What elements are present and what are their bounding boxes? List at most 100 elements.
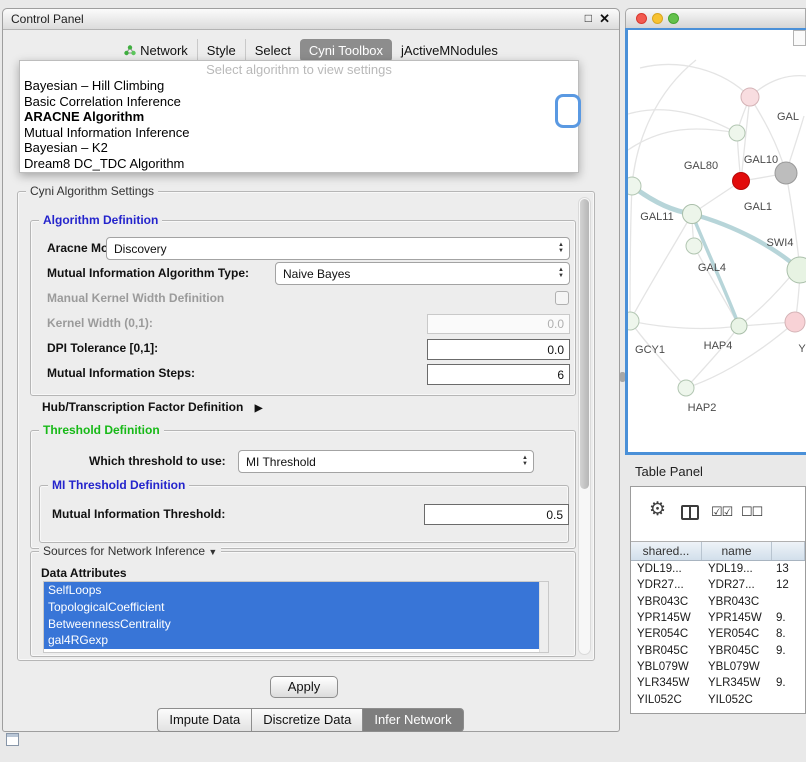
network-node[interactable] [729, 125, 745, 141]
close-icon[interactable]: ✕ [599, 11, 610, 27]
table-row[interactable]: YLR345W YLR345W 9. [631, 675, 805, 691]
column-header-name[interactable]: name [702, 542, 772, 560]
table-panel-window: ⚙ ☑☑ ☐☐ shared... name YDL19... YDL19...… [630, 486, 806, 714]
mi-type-label: Mutual Information Algorithm Type: [47, 266, 249, 280]
combobox-value: MI Threshold [239, 455, 517, 469]
tab-discretize-data[interactable]: Discretize Data [251, 708, 363, 732]
network-node[interactable] [775, 162, 797, 184]
network-node[interactable] [683, 205, 702, 224]
network-node[interactable] [628, 312, 639, 330]
network-node[interactable] [785, 312, 805, 332]
highlighted-edges [632, 186, 800, 326]
which-threshold-combobox[interactable]: MI Threshold ▲▼ [238, 450, 534, 473]
tab-label: Style [207, 43, 236, 58]
table-body: YDL19... YDL19... 13 YDR27... YDR27... 1… [631, 561, 805, 708]
algorithm-dropdown-popup: Select algorithm to view settings Bayesi… [19, 60, 579, 173]
table-row[interactable]: YPR145W YPR145W 9. [631, 610, 805, 626]
attribute-item-selected[interactable]: SelfLoops [44, 582, 539, 599]
algorithm-option[interactable]: Mutual Information Inference [20, 125, 578, 141]
tab-label: Network [140, 43, 188, 58]
network-focus-frame: GAL GAL80 GAL10 GAL11 GAL1 SWI4 GAL4 GCY… [625, 28, 806, 455]
table-row[interactable]: YDR27... YDR27... 12 [631, 577, 805, 593]
network-node-selected[interactable] [733, 173, 750, 190]
mi-steps-field[interactable]: 6 [427, 364, 570, 385]
table-row[interactable]: YIL052C YIL052C [631, 691, 805, 707]
dpi-tolerance-field[interactable]: 0.0 [427, 339, 570, 360]
column-header-cut[interactable] [772, 542, 805, 560]
network-node[interactable] [741, 88, 759, 106]
combobox-arrows-icon: ▲▼ [517, 456, 533, 467]
attribute-item-selected[interactable]: TopologicalCoefficient [44, 599, 539, 616]
minimize-traffic-light[interactable] [652, 13, 663, 24]
table-toolbar: ⚙ ☑☑ ☐☐ [631, 487, 805, 541]
tab-network[interactable]: Network [115, 39, 197, 62]
network-node[interactable] [628, 177, 641, 195]
deselect-all-icon[interactable]: ☐☐ [741, 504, 762, 520]
tab-style[interactable]: Style [197, 39, 245, 62]
tab-select[interactable]: Select [245, 39, 300, 62]
data-attributes-list: SelfLoops TopologicalCoefficient Between… [43, 581, 549, 653]
algorithm-option[interactable]: Basic Correlation Inference [20, 94, 578, 110]
attribute-item-selected[interactable]: gal4RGexp [44, 632, 539, 649]
algorithm-combobox-focus-ring[interactable] [555, 94, 581, 128]
network-node[interactable] [678, 380, 694, 396]
hub-definition-label: Hub/Transcription Factor Definition [42, 400, 243, 414]
column-header-shared-name[interactable]: shared... [631, 542, 702, 560]
combobox-arrows-icon: ▲▼ [553, 268, 569, 279]
tab-label: Select [255, 43, 291, 58]
manual-kernel-label: Manual Kernel Width Definition [47, 291, 224, 305]
algorithm-definition-group: Algorithm Definition Aracne Mode: Discov… [30, 220, 576, 396]
float-window-icon[interactable]: □ [585, 11, 592, 25]
tab-label: jActiveMNodules [401, 43, 498, 58]
control-panel-titlebar: Control Panel □ ✕ [3, 9, 619, 30]
hub-definition-toggle[interactable]: Hub/Transcription Factor Definition ▶ [42, 400, 262, 414]
attribute-item-selected[interactable]: BetweennessCentrality [44, 616, 539, 633]
table-row[interactable]: YBR045C YBR045C 9. [631, 642, 805, 658]
show-columns-icon[interactable] [681, 505, 699, 520]
threshold-definition-group: Threshold Definition Which threshold to … [30, 430, 576, 549]
aracne-mode-combobox[interactable]: Discovery ▲▼ [106, 237, 570, 260]
table-row[interactable]: YBR043C YBR043C [631, 594, 805, 610]
control-panel-window: Control Panel □ ✕ Network Style Select C… [2, 8, 620, 732]
combobox-value: Discovery [107, 242, 553, 256]
minimized-panel-icon[interactable] [6, 733, 19, 746]
mi-threshold-field[interactable]: 0.5 [424, 504, 569, 525]
apply-button[interactable]: Apply [270, 676, 338, 698]
tab-impute-data[interactable]: Impute Data [157, 708, 252, 732]
tab-infer-network[interactable]: Infer Network [362, 708, 463, 732]
list-scrollbar[interactable] [539, 582, 548, 652]
algorithm-option[interactable]: Dream8 DC_TDC Algorithm [20, 156, 578, 172]
cyni-algorithm-settings-group: Cyni Algorithm Settings Algorithm Defini… [17, 191, 595, 661]
network-node-label: HAP4 [704, 340, 733, 352]
window-title: Control Panel [11, 9, 84, 30]
network-node-label: GCY1 [635, 344, 665, 356]
table-row[interactable]: YER054C YER054C 8. [631, 626, 805, 642]
network-canvas[interactable]: GAL GAL80 GAL10 GAL11 GAL1 SWI4 GAL4 GCY… [628, 30, 806, 452]
algorithm-option[interactable]: Bayesian – Hill Climbing [20, 78, 578, 94]
algorithm-option-selected[interactable]: ARACNE Algorithm [20, 109, 578, 125]
tab-jactivemnodules[interactable]: jActiveMNodules [392, 39, 507, 62]
manual-kernel-checkbox[interactable] [555, 291, 569, 305]
select-all-icon[interactable]: ☑☑ [711, 504, 732, 520]
tab-label: Cyni Toolbox [309, 43, 383, 58]
group-title: Threshold Definition [39, 423, 164, 437]
table-row[interactable]: YDL19... YDL19... 13 [631, 561, 805, 577]
scrollbar-thumb[interactable] [580, 199, 589, 489]
kernel-width-field[interactable]: 0.0 [427, 314, 570, 334]
settings-scrollbar[interactable] [578, 197, 591, 655]
table-row[interactable]: YBL079W YBL079W [631, 659, 805, 675]
zoom-traffic-light[interactable] [668, 13, 679, 24]
mi-threshold-label: Mutual Information Threshold: [52, 507, 225, 521]
algorithm-option[interactable]: Bayesian – K2 [20, 140, 578, 156]
group-title: Cyni Algorithm Settings [26, 184, 158, 198]
mi-type-combobox[interactable]: Naive Bayes ▲▼ [275, 262, 570, 285]
network-node-label: GAL80 [684, 160, 718, 172]
sources-toggle[interactable]: Sources for Network Inference ▼ [39, 544, 221, 558]
network-node-label: SWI4 [767, 237, 794, 249]
close-traffic-light[interactable] [636, 13, 647, 24]
network-node[interactable] [686, 238, 702, 254]
gear-icon[interactable]: ⚙ [649, 500, 666, 519]
tab-cyni-toolbox[interactable]: Cyni Toolbox [300, 39, 392, 62]
network-node[interactable] [731, 318, 747, 334]
data-attributes-label: Data Attributes [41, 566, 127, 580]
